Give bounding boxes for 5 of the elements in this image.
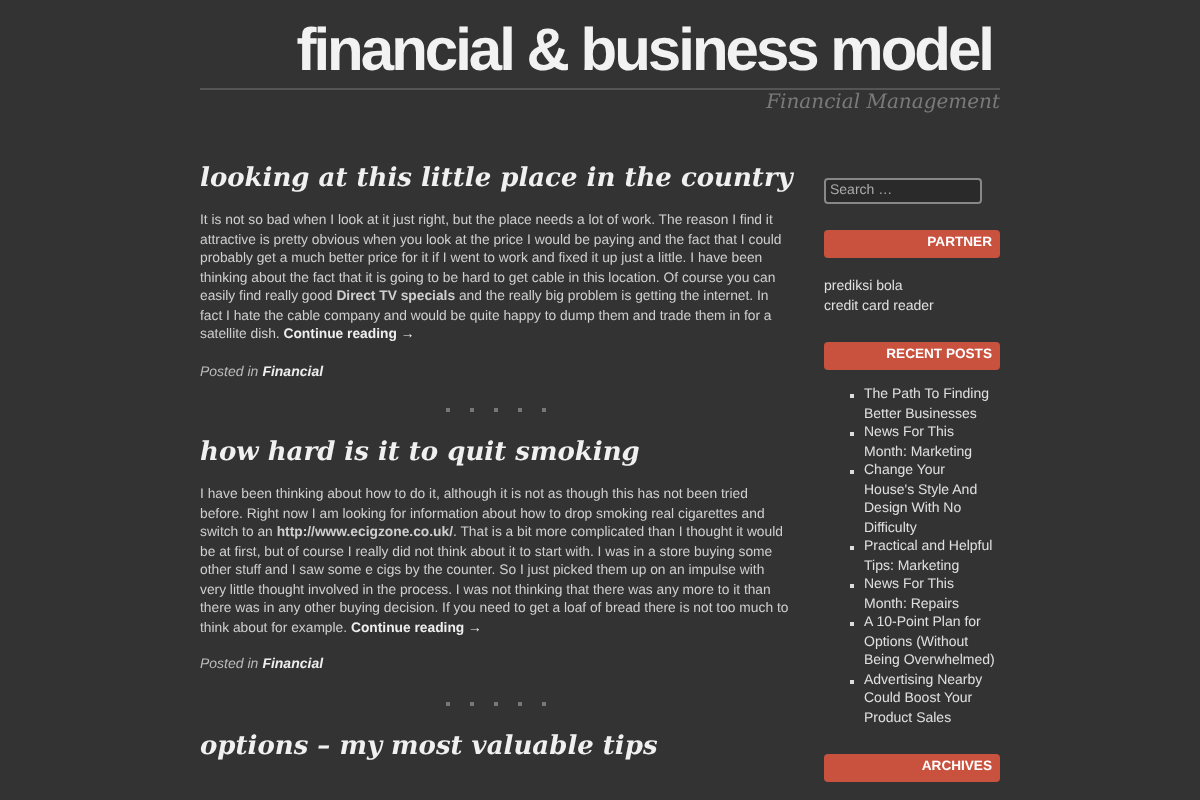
post-title[interactable]: looking at this little place in the country: [200, 162, 801, 196]
site-tagline: Financial Management: [766, 90, 1000, 118]
site-title[interactable]: financial & business model: [296, 20, 1000, 84]
post-title[interactable]: how hard is it to quit smoking: [200, 436, 648, 470]
post-title[interactable]: options – my most valuable tips: [200, 729, 666, 763]
